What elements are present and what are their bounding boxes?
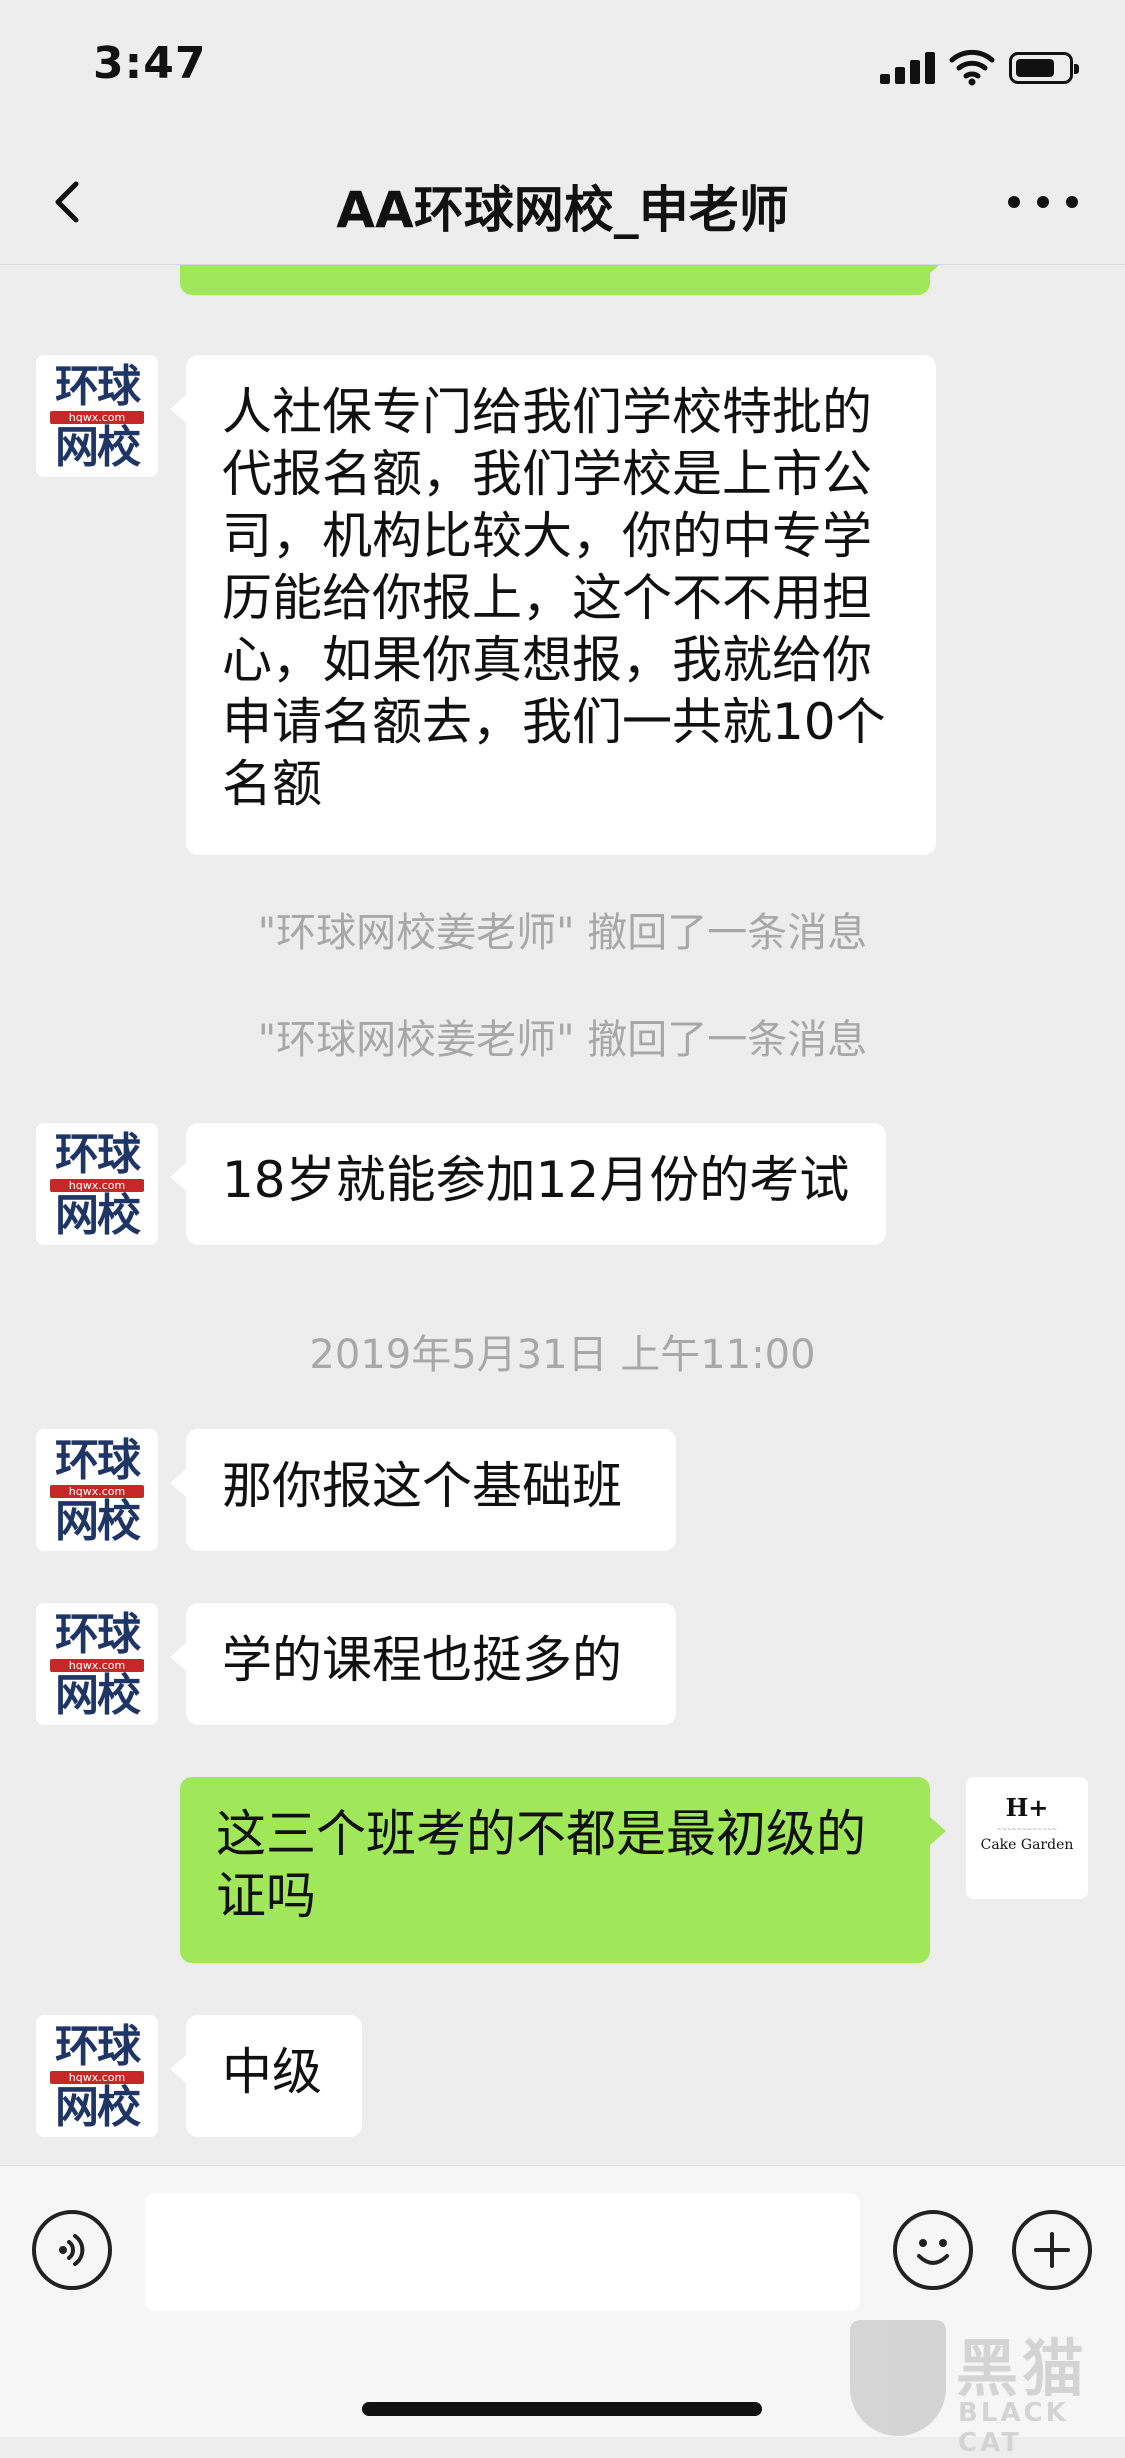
message-line: 这三个班考的不都是最初级的 [216, 1805, 866, 1863]
avatar-logo-top: 环球 [55, 1609, 141, 1660]
self-avatar[interactable]: H+ ~~~~~~~~~~~~ Cake Garden [966, 1777, 1088, 1899]
message-line: 证吗 [216, 1867, 316, 1925]
system-recall-notice: "环球网校姜老师" 撤回了一条消息 [257, 1017, 868, 1063]
message-line: 心，如果你真想报，我就给你 [222, 631, 872, 689]
chat-title: AA环球网校_申老师 [336, 181, 789, 239]
school-avatar[interactable]: 环球 hqwx.com 网校 [36, 1603, 158, 1725]
message-bubble-self[interactable]: 这三个班考的不都是最初级的 证吗 [180, 1777, 946, 1963]
avatar-logo-main: H+ [1005, 1793, 1049, 1822]
message-line: 历能给你报上，这个不不用担 [222, 569, 872, 627]
avatar-logo-bottom: 网校 [55, 2082, 141, 2133]
home-indicator[interactable] [362, 2402, 762, 2416]
cellular-signal-icon [880, 52, 936, 84]
system-recall-notice: "环球网校姜老师" 撤回了一条消息 [257, 910, 868, 956]
message-bubble[interactable]: 那你报这个基础班 [170, 1429, 676, 1551]
message-bubble[interactable]: 中级 [170, 2015, 362, 2137]
more-options-icon[interactable] [1008, 180, 1078, 224]
school-avatar[interactable]: 环球 hqwx.com 网校 [36, 355, 158, 477]
avatar-logo-sub: Cake Garden [980, 1837, 1074, 1853]
school-avatar[interactable]: 环球 hqwx.com 网校 [36, 2015, 158, 2137]
message-bubble[interactable]: 学的课程也挺多的 [170, 1603, 676, 1725]
cat-shield-icon [850, 2320, 946, 2436]
chat-message-list[interactable]: 环球 hqwx.com 网校 人社保专门给我们学校特批的 代报名额，我们学校是上… [0, 265, 1125, 2165]
message-line: 代报名额，我们学校是上市公 [222, 445, 872, 503]
school-avatar[interactable]: 环球 hqwx.com 网校 [36, 1123, 158, 1245]
status-time: 3:47 [93, 38, 207, 89]
message-line: 人社保专门给我们学校特批的 [222, 383, 872, 441]
plus-icon[interactable] [1012, 2210, 1092, 2290]
avatar-logo-bottom: 网校 [55, 1496, 141, 1547]
battery-icon [1009, 52, 1079, 84]
avatar-logo-bottom: 网校 [55, 1190, 141, 1241]
message-line: 申请名额去，我们一共就10个 [222, 693, 886, 751]
message-line: 名额 [222, 755, 322, 813]
message-input[interactable] [145, 2193, 860, 2311]
school-avatar[interactable]: 环球 hqwx.com 网校 [36, 1429, 158, 1551]
chat-header: AA环球网校_申老师 [0, 140, 1125, 265]
blackcat-watermark: 黑猫 BLACK CAT [850, 2320, 1120, 2458]
avatar-logo-bottom: 网校 [55, 1670, 141, 1721]
avatar-logo-top: 环球 [55, 361, 141, 412]
avatar-logo-top: 环球 [55, 1435, 141, 1486]
message-bubble[interactable]: 18岁就能参加12月份的考试 [170, 1123, 886, 1245]
avatar-logo-top: 环球 [55, 1129, 141, 1180]
emoji-icon[interactable] [893, 2210, 973, 2290]
voice-input-icon[interactable] [32, 2210, 112, 2290]
avatar-logo-top: 环球 [55, 2021, 141, 2072]
watermark-en: BLACK CAT [958, 2398, 1069, 2458]
message-line: 司，机构比较大，你的中专学 [222, 507, 872, 565]
wifi-icon [949, 49, 995, 86]
avatar-logo-fineprint: ~~~~~~~~~~~~ [996, 1826, 1058, 1833]
message-bubble-partial[interactable] [180, 265, 946, 295]
chat-timestamp: 2019年5月31日 上午11:00 [309, 1332, 816, 1378]
message-bubble[interactable]: 人社保专门给我们学校特批的 代报名额，我们学校是上市公 司，机构比较大，你的中专… [170, 355, 936, 855]
avatar-logo-bottom: 网校 [55, 422, 141, 473]
status-bar: 3:47 [0, 0, 1125, 140]
watermark-cn: 黑猫 [956, 2332, 1089, 2405]
